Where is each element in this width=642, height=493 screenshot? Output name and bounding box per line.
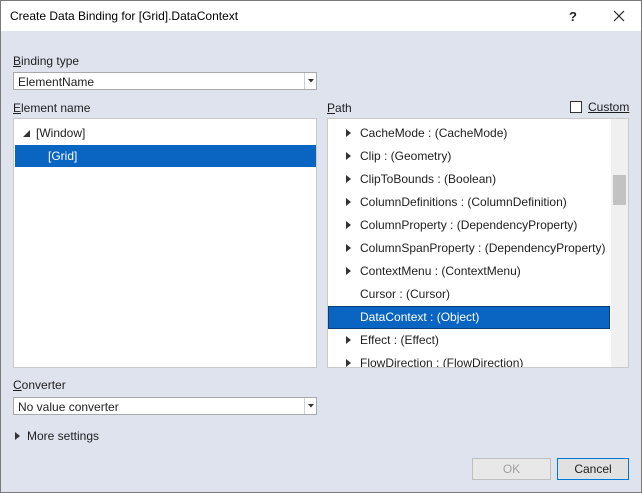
converter-combobox[interactable]: No value converter [13, 397, 317, 415]
close-button[interactable] [597, 1, 641, 31]
element-tree[interactable]: [Window] [Grid] [13, 118, 317, 368]
path-item-datacontext[interactable]: DataContext : (Object) [328, 306, 610, 329]
expand-triangle-icon[interactable] [346, 221, 351, 229]
path-item-cachemode[interactable]: CacheMode : (CacheMode) [328, 122, 610, 145]
converter-label: Converter [13, 378, 66, 392]
custom-checkbox[interactable] [570, 101, 582, 113]
path-item-columndefinitions[interactable]: ColumnDefinitions : (ColumnDefinition) [328, 191, 610, 214]
path-label: Path [327, 101, 352, 115]
path-item-label: DataContext : (Object) [360, 310, 480, 324]
tree-item-window[interactable]: [Window] [14, 122, 316, 144]
element-name-label-accesskey: E [13, 101, 22, 115]
expand-triangle-icon[interactable] [346, 129, 351, 137]
path-list[interactable]: CacheMode : (CacheMode) Clip : (Geometry… [327, 118, 629, 368]
path-list-scrollbar[interactable] [611, 119, 628, 367]
more-settings-toggle[interactable]: More settings [13, 428, 133, 444]
binding-type-combobox[interactable]: ElementName [13, 72, 317, 90]
path-item-label: ClipToBounds : (Boolean) [360, 172, 497, 186]
expand-triangle-icon[interactable] [346, 152, 351, 160]
chevron-down-icon[interactable] [304, 73, 316, 89]
binding-type-value: ElementName [18, 75, 95, 89]
path-item-label: ColumnProperty : (DependencyProperty) [360, 218, 578, 232]
expand-triangle-icon[interactable] [346, 336, 351, 344]
expand-triangle-icon[interactable] [346, 175, 351, 183]
path-item-effect[interactable]: Effect : (Effect) [328, 329, 610, 352]
converter-label-accesskey: C [13, 378, 22, 392]
binding-type-label: Binding type [13, 54, 79, 68]
path-label-text: ath [335, 101, 352, 115]
converter-label-text: onverter [21, 378, 66, 392]
title-bar: Create Data Binding for [Grid].DataConte… [1, 1, 641, 31]
expand-triangle-icon[interactable] [346, 244, 351, 252]
path-item-label: CacheMode : (CacheMode) [360, 126, 508, 140]
expand-triangle-icon[interactable] [346, 198, 351, 206]
window-title: Create Data Binding for [Grid].DataConte… [10, 9, 239, 23]
converter-value: No value converter [18, 400, 119, 414]
expand-triangle-icon[interactable] [346, 359, 351, 367]
expand-triangle-icon[interactable] [346, 267, 351, 275]
custom-checkbox-label[interactable]: Custom [588, 100, 629, 114]
help-button[interactable]: ? [551, 1, 595, 31]
element-name-label-text: lement name [21, 101, 91, 115]
tree-item-label: [Window] [36, 126, 86, 140]
close-icon [613, 10, 625, 22]
path-item-cliptobounds[interactable]: ClipToBounds : (Boolean) [328, 168, 610, 191]
expand-triangle-icon[interactable] [15, 432, 20, 440]
path-item-label: FlowDirection : (FlowDirection) [360, 356, 524, 368]
binding-type-label-text: inding type [21, 54, 80, 68]
path-item-flowdirection[interactable]: FlowDirection : (FlowDirection) [328, 352, 610, 368]
path-item-label: ColumnDefinitions : (ColumnDefinition) [360, 195, 567, 209]
cancel-button[interactable]: Cancel [557, 458, 629, 480]
path-item-label: ContextMenu : (ContextMenu) [360, 264, 521, 278]
path-item-columnproperty[interactable]: ColumnProperty : (DependencyProperty) [328, 214, 610, 237]
ok-button[interactable]: OK [472, 458, 551, 480]
expanded-triangle-icon[interactable] [23, 130, 30, 137]
tree-item-grid[interactable]: [Grid] [15, 145, 316, 167]
tree-item-label: [Grid] [48, 149, 78, 163]
path-label-accesskey: P [327, 101, 336, 115]
chevron-down-icon[interactable] [304, 398, 316, 414]
scrollbar-thumb[interactable] [613, 175, 626, 205]
binding-type-label-accesskey: B [13, 54, 22, 68]
element-name-label: Element name [13, 101, 90, 115]
path-item-contextmenu[interactable]: ContextMenu : (ContextMenu) [328, 260, 610, 283]
path-item-label: Effect : (Effect) [360, 333, 439, 347]
more-settings-label: More settings [27, 429, 100, 443]
path-item-cursor[interactable]: Cursor : (Cursor) [328, 283, 610, 306]
custom-label-text: Custom [588, 100, 630, 114]
path-item-label: Cursor : (Cursor) [360, 287, 451, 301]
path-item-columnspanproperty[interactable]: ColumnSpanProperty : (DependencyProperty… [328, 237, 610, 260]
create-data-binding-dialog: Create Data Binding for [Grid].DataConte… [0, 0, 642, 493]
path-item-label: Clip : (Geometry) [360, 149, 452, 163]
path-item-clip[interactable]: Clip : (Geometry) [328, 145, 610, 168]
path-item-label: ColumnSpanProperty : (DependencyProperty… [360, 241, 606, 255]
